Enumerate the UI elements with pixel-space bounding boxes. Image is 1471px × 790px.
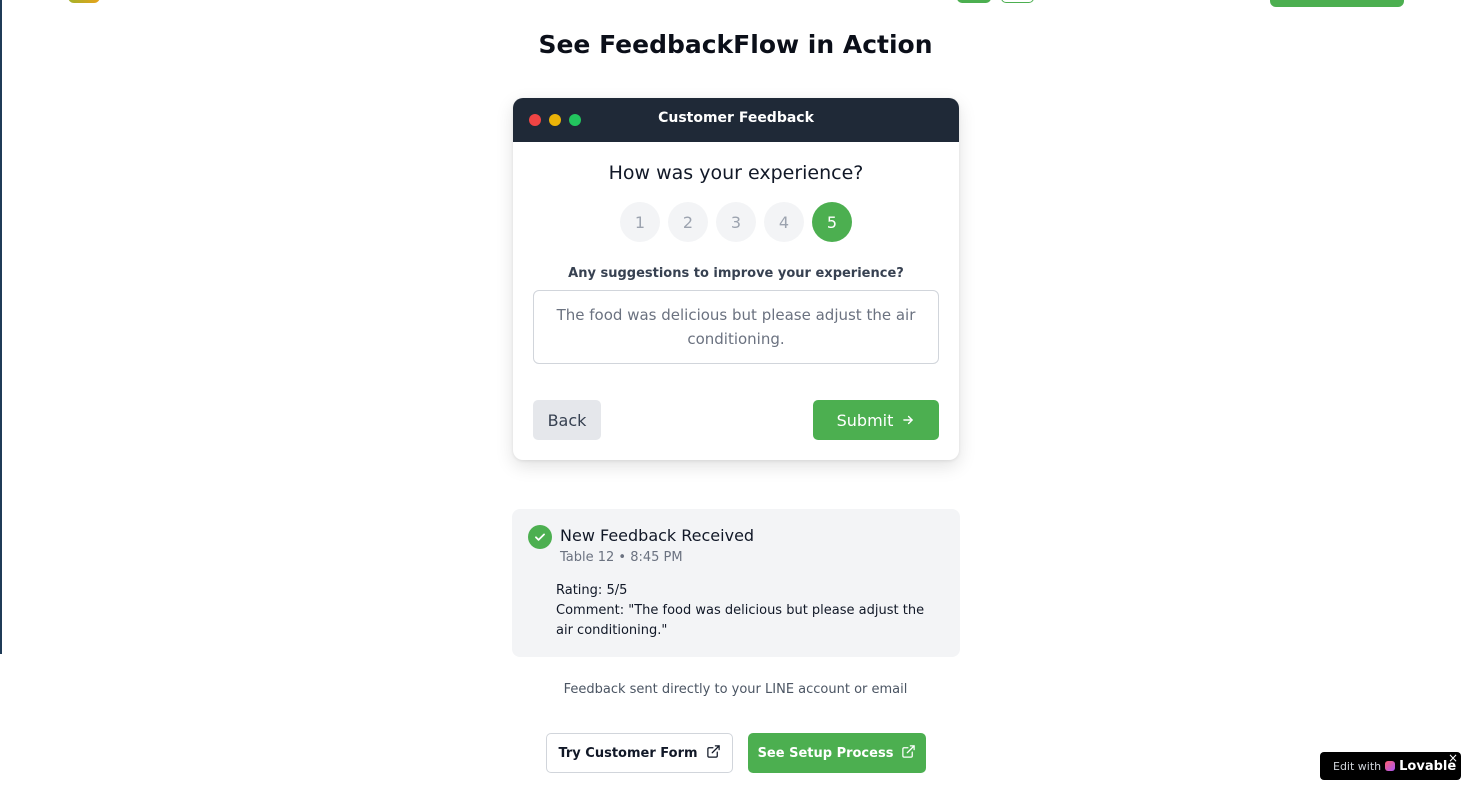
- feedback-question: How was your experience?: [608, 162, 864, 184]
- comment-label: Comment:: [556, 603, 625, 618]
- rating-option-2[interactable]: 2: [668, 202, 708, 242]
- notification-meta: Table 12 • 8:45 PM: [560, 550, 683, 565]
- try-customer-form-label: Try Customer Form: [558, 745, 698, 761]
- notification-rating-line: Rating: 5/5: [556, 581, 936, 601]
- try-customer-form-button[interactable]: Try Customer Form: [546, 733, 733, 773]
- rating-option-4[interactable]: 4: [764, 202, 804, 242]
- suggestion-textarea[interactable]: The food was delicious but please adjust…: [533, 290, 939, 364]
- feedback-mockup-window: Customer Feedback How was your experienc…: [513, 98, 959, 460]
- nav-cta-button-partial[interactable]: [1270, 0, 1404, 7]
- submit-button-label: Submit: [836, 410, 894, 430]
- rating-option-3[interactable]: 3: [716, 202, 756, 242]
- see-setup-process-button[interactable]: See Setup Process: [748, 733, 926, 773]
- rating-selector: 1 2 3 4 5: [620, 202, 852, 242]
- notification-title: New Feedback Received: [560, 526, 755, 545]
- delivery-note: Feedback sent directly to your LINE acco…: [563, 682, 908, 697]
- rating-value: 5/5: [606, 583, 628, 598]
- left-edge-rule: [0, 0, 2, 654]
- feedback-notification-card: New Feedback Received Table 12 • 8:45 PM…: [512, 509, 960, 657]
- arrow-right-icon: [901, 413, 915, 427]
- external-link-icon: [901, 744, 916, 763]
- page-title: See FeedbackFlow in Action: [538, 30, 933, 59]
- see-setup-process-label: See Setup Process: [757, 745, 894, 761]
- close-icon[interactable]: ×: [1448, 751, 1458, 765]
- nav-button-partial[interactable]: [957, 0, 991, 3]
- badge-prefix: Edit with: [1333, 759, 1382, 773]
- back-button[interactable]: Back: [533, 400, 601, 440]
- suggestion-label: Any suggestions to improve your experien…: [568, 266, 904, 281]
- notification-body: Rating: 5/5 Comment: "The food was delic…: [556, 581, 936, 641]
- submit-button[interactable]: Submit: [813, 400, 939, 440]
- window-title: Customer Feedback: [658, 110, 814, 126]
- nav-outline-button-partial[interactable]: [1001, 0, 1034, 3]
- rating-label: Rating:: [556, 583, 603, 598]
- rating-option-5[interactable]: 5: [812, 202, 852, 242]
- check-circle-icon: [528, 525, 552, 549]
- lovable-heart-icon: [1385, 761, 1396, 771]
- nav-logo[interactable]: [68, 0, 100, 3]
- edit-with-lovable-badge[interactable]: Edit with Lovable ×: [1320, 751, 1461, 780]
- notification-comment-line: Comment: "The food was delicious but ple…: [556, 601, 936, 641]
- rating-option-1[interactable]: 1: [620, 202, 660, 242]
- external-link-icon: [706, 744, 721, 763]
- window-titlebar: Customer Feedback: [513, 98, 959, 142]
